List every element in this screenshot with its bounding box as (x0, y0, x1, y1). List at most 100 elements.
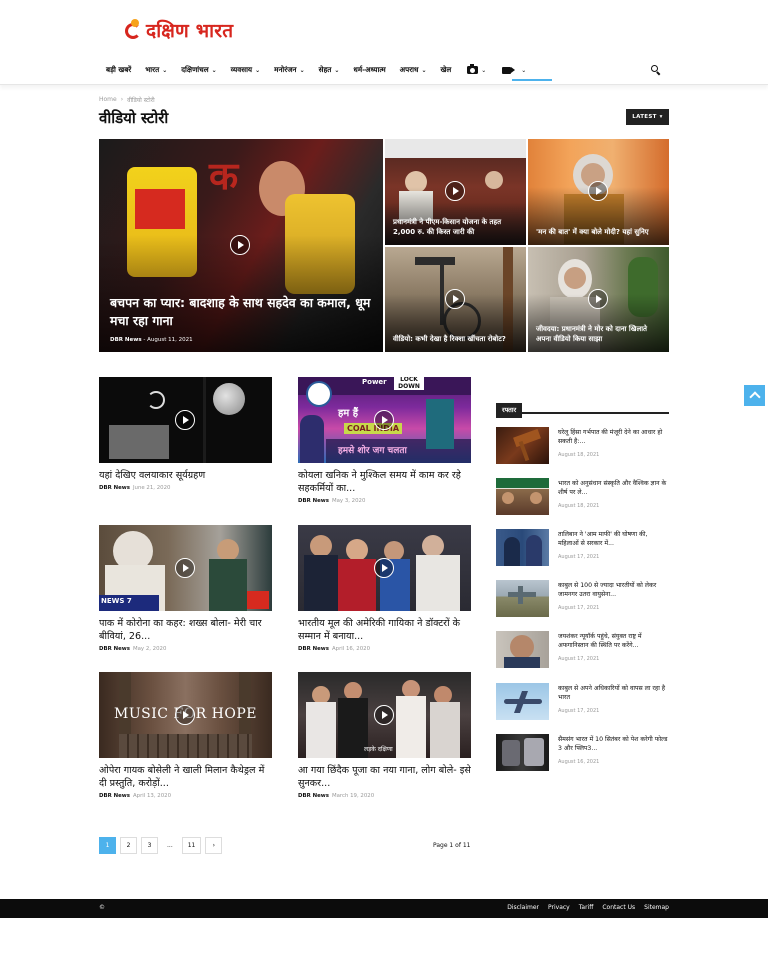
sidebar-item[interactable]: घरेलू हिंसा गर्भपात की मंजूरी देने का आध… (496, 427, 669, 467)
article-thumbnail[interactable]: MUSIC FOR HOPE (99, 672, 272, 758)
sidebar-item[interactable]: तालिबान ने 'आम माफी' की घोषणा की, महिलाओ… (496, 529, 669, 569)
sidebar-item[interactable]: जयशंकर न्यूयॉर्क पहुंचे, संयुक्त राष्ट्र… (496, 631, 669, 671)
hero-featured-meta: DBR News - August 11, 2021 (110, 337, 193, 343)
page-2-button[interactable]: 2 (120, 837, 137, 854)
chevron-down-icon: ⌄ (521, 66, 527, 74)
play-icon[interactable] (374, 558, 394, 578)
nav-item-entertainment[interactable]: मनोरंजन ⌄ (268, 58, 312, 82)
footer-link-disclaimer[interactable]: Disclaimer (507, 904, 539, 911)
breadcrumb: Home › वीडियो स्टोरी (99, 96, 155, 104)
search-icon[interactable] (651, 65, 661, 76)
article-card[interactable]: Power LOCK DOWN हम हैं COAL INDIA हमसे श… (298, 377, 471, 504)
hero-featured-video[interactable]: क बचपन का प्यार: बादशाह के साथ सहदेव का … (99, 139, 383, 352)
nav-item-religion[interactable]: धर्म-अध्यात्म (347, 58, 393, 82)
video-camera-icon (502, 66, 516, 74)
article-title[interactable]: आ गया छिंदैक पूजा का नया गाना, लोग बोले-… (298, 764, 471, 790)
sidebar-item-title[interactable]: सैमसंग भारत में 10 सितंबर को पेश करेगी फ… (558, 735, 669, 754)
sidebar-item-title[interactable]: काबुल से अपने अधिकारियों को वापस ला रहा … (558, 684, 669, 703)
play-icon[interactable] (374, 410, 394, 430)
footer-link-tariff[interactable]: Tariff (579, 904, 594, 911)
article-thumbnail[interactable]: लड़के दक्षिणा (298, 672, 471, 758)
sidebar-thumbnail[interactable] (496, 734, 549, 771)
nav-item-health[interactable]: सेहत ⌄ (313, 58, 348, 82)
copyright: © (99, 904, 105, 911)
sidebar-item[interactable]: भारत को अनुसंधान संस्कृति और वैश्विक ज्ञ… (496, 478, 669, 518)
footer-link-contact[interactable]: Contact Us (602, 904, 635, 911)
page-title: वीडियो स्टोरी (99, 109, 169, 127)
play-icon[interactable] (445, 181, 465, 201)
play-icon[interactable] (230, 235, 250, 255)
hero-featured-title[interactable]: बचपन का प्यार: बादशाह के साथ सहदेव का कम… (110, 294, 375, 330)
breadcrumb-home[interactable]: Home (99, 96, 117, 104)
article-thumbnail[interactable] (298, 525, 471, 611)
sidebar-thumbnail[interactable] (496, 529, 549, 566)
article-title[interactable]: भारतीय मूल की अमेरिकी गायिका ने डॉक्टरों… (298, 617, 471, 643)
nav-item-south[interactable]: दक्षिणांचल ⌄ (175, 58, 224, 82)
play-icon[interactable] (175, 410, 195, 430)
article-card[interactable]: भारतीय मूल की अमेरिकी गायिका ने डॉक्टरों… (298, 525, 471, 652)
hero-video-3-title[interactable]: वीडियो: कभी देखा है रिक्शा खींचता रोबोट? (393, 334, 518, 344)
article-card[interactable]: लड़के दक्षिणा आ गया छिंदैक पूजा का नया ग… (298, 672, 471, 799)
hero-video-1-title[interactable]: प्रधानमंत्री ने पीएम-किसान योजना के तहत … (393, 217, 518, 237)
article-card[interactable]: MUSIC FOR HOPE ओपेरा गायक बोसेली ने खाली… (99, 672, 272, 799)
nav-item-crime[interactable]: अपराध ⌄ (394, 58, 435, 82)
footer-link-privacy[interactable]: Privacy (548, 904, 570, 911)
hero-video-2[interactable]: 'मन की बात' में क्या बोले मोदी? यहां सुन… (528, 139, 669, 245)
play-icon[interactable] (175, 558, 195, 578)
hero-video-1[interactable]: प्रधानमंत्री ने पीएम-किसान योजना के तहत … (385, 139, 526, 245)
sidebar-item[interactable]: सैमसंग भारत में 10 सितंबर को पेश करेगी फ… (496, 734, 669, 774)
sidebar-thumbnail[interactable] (496, 631, 549, 668)
article-card[interactable]: यहां देखिए वलयाकार सूर्यग्रहण DBR News Ju… (99, 377, 272, 491)
latest-sort-button[interactable]: LATEST ▾ (626, 109, 669, 125)
footer: © Disclaimer Privacy Tariff Contact Us S… (0, 899, 768, 918)
play-icon[interactable] (175, 705, 195, 725)
article-meta: DBR News April 16, 2020 (298, 646, 371, 653)
article-title[interactable]: यहां देखिए वलयाकार सूर्यग्रहण (99, 469, 272, 482)
thumb-text-hum-hai: हम हैं (338, 408, 359, 419)
hero-video-4[interactable]: जीवदया: प्रधानमंत्री ने मोर को दाना खिला… (528, 247, 669, 352)
sidebar-thumbnail[interactable] (496, 580, 549, 617)
article-title[interactable]: पाक में कोरोना का कहर: शख्स बोला- मेरी च… (99, 617, 272, 643)
sidebar-item-title[interactable]: तालिबान ने 'आम माफी' की घोषणा की, महिलाओ… (558, 530, 669, 549)
article-thumbnail[interactable]: Power LOCK DOWN हम हैं COAL INDIA हमसे श… (298, 377, 471, 463)
article-thumbnail[interactable]: NEWS 7 (99, 525, 272, 611)
logo-emblem-icon (125, 19, 143, 41)
footer-link-sitemap[interactable]: Sitemap (644, 904, 669, 911)
sidebar-item-title[interactable]: घरेलू हिंसा गर्भपात की मंजूरी देने का आध… (558, 428, 669, 447)
camera-icon (467, 64, 479, 74)
sidebar-item-title[interactable]: काबुल से 100 से ज्यादा भारतीयों को लेकर … (558, 581, 669, 600)
hero-video-4-title[interactable]: जीवदया: प्रधानमंत्री ने मोर को दाना खिला… (536, 324, 661, 344)
sidebar-item-title[interactable]: जयशंकर न्यूयॉर्क पहुंचे, संयुक्त राष्ट्र… (558, 632, 669, 651)
play-icon[interactable] (445, 289, 465, 309)
article-card[interactable]: NEWS 7 पाक में कोरोना का कहर: शख्स बोला-… (99, 525, 272, 652)
sidebar-thumbnail[interactable] (496, 683, 549, 720)
play-icon[interactable] (588, 181, 608, 201)
article-title[interactable]: ओपेरा गायक बोसेली ने खाली मिलान कैथेड्रल… (99, 764, 272, 790)
play-icon[interactable] (374, 705, 394, 725)
nav-item-photos[interactable]: ⌄ (459, 58, 494, 82)
article-title[interactable]: कोयला खनिक ने मुश्किल समय में काम कर रहे… (298, 469, 471, 495)
play-icon[interactable] (588, 289, 608, 309)
sidebar-item-date: August 18, 2021 (558, 503, 600, 509)
thumb-text-caption: लड़के दक्षिणा (364, 746, 393, 753)
site-logo[interactable]: दक्षिण भारत (125, 15, 233, 45)
sidebar-item[interactable]: काबुल से अपने अधिकारियों को वापस ला रहा … (496, 683, 669, 723)
hero-video-3[interactable]: वीडियो: कभी देखा है रिक्शा खींचता रोबोट? (385, 247, 526, 352)
sidebar-thumbnail[interactable] (496, 427, 549, 464)
article-thumbnail[interactable] (99, 377, 272, 463)
hero-video-2-title[interactable]: 'मन की बात' में क्या बोले मोदी? यहां सुन… (536, 227, 661, 237)
sidebar-thumbnail[interactable] (496, 478, 549, 515)
logo-text: दक्षिण भारत (146, 20, 234, 42)
back-to-top-button[interactable] (744, 385, 765, 406)
nav-item-business[interactable]: व्यवसाय ⌄ (225, 58, 269, 82)
page-1-button[interactable]: 1 (99, 837, 116, 854)
sidebar-item-title[interactable]: भारत को अनुसंधान संस्कृति और वैश्विक ज्ञ… (558, 479, 669, 498)
nav-item-top-news[interactable]: बड़ी खबरें (100, 58, 139, 82)
nav-item-india[interactable]: भारत ⌄ (139, 58, 175, 82)
page-3-button[interactable]: 3 (141, 837, 158, 854)
next-page-button[interactable]: › (205, 837, 223, 854)
nav-item-sports[interactable]: खेल (434, 58, 459, 82)
page-last-button[interactable]: 11 (181, 837, 202, 854)
sidebar-item[interactable]: काबुल से 100 से ज्यादा भारतीयों को लेकर … (496, 580, 669, 620)
article-meta: DBR News May 3, 2020 (298, 498, 366, 505)
